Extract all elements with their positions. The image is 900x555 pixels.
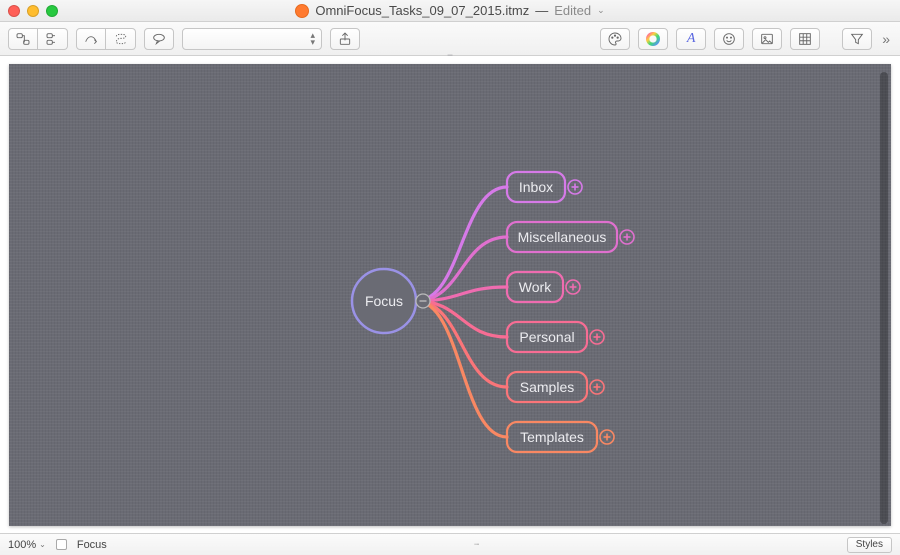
expand-toggle[interactable] [566, 280, 580, 294]
branch-node[interactable]: Templates [507, 422, 597, 452]
filter-button[interactable] [842, 28, 872, 50]
connector [416, 187, 507, 301]
close-window-button[interactable] [8, 5, 20, 17]
add-sibling-icon [45, 31, 61, 47]
palette-button[interactable] [600, 28, 630, 50]
collapse-toggle[interactable] [416, 294, 430, 308]
image-button[interactable] [752, 28, 782, 50]
expand-toggle[interactable] [568, 180, 582, 194]
relationship-icon [83, 31, 99, 47]
callout-icon [151, 31, 167, 47]
boundary-icon [113, 31, 129, 47]
branch-node[interactable]: Miscellaneous [507, 222, 617, 252]
add-child-icon [15, 31, 31, 47]
window-title: OmniFocus_Tasks_09_07_2015.itmz — Edited… [0, 3, 900, 18]
status-center-grip-icon: ┉ [117, 540, 837, 549]
share-button[interactable] [330, 28, 360, 50]
connector [416, 301, 507, 437]
font-button[interactable]: A [676, 28, 706, 50]
color-wheel-icon [645, 31, 661, 47]
palette-icon [607, 31, 623, 47]
branch-label: Miscellaneous [518, 229, 607, 245]
titlebar: OmniFocus_Tasks_09_07_2015.itmz — Edited… [0, 0, 900, 22]
vertical-scrollbar[interactable] [878, 72, 890, 524]
add-child-topic-button[interactable] [8, 28, 38, 50]
branch-label: Samples [520, 379, 574, 395]
style-select[interactable]: ▴▾ [182, 28, 322, 50]
window-resize-pill-icon[interactable]: ━ [448, 51, 453, 60]
grid-icon [797, 31, 813, 47]
select-arrows-icon: ▴▾ [310, 32, 315, 46]
zoom-window-button[interactable] [46, 5, 58, 17]
zoom-control[interactable]: 100% ⌄ [8, 539, 46, 551]
branch-label: Work [519, 279, 552, 295]
expand-toggle[interactable] [620, 230, 634, 244]
title-menu-chevron-icon[interactable]: ⌄ [597, 5, 605, 16]
focus-checkbox-label: Focus [77, 539, 107, 551]
center-node[interactable]: Focus [352, 269, 416, 333]
boundary-button[interactable] [106, 28, 136, 50]
relationship-button[interactable] [76, 28, 106, 50]
add-sibling-topic-button[interactable] [38, 28, 68, 50]
canvas-area: ━ FocusInboxMiscellaneousWorkPersonalSam… [0, 56, 900, 533]
image-icon [759, 31, 775, 47]
branch-node[interactable]: Personal [507, 322, 587, 352]
expand-toggle[interactable] [590, 380, 604, 394]
callout-button[interactable] [144, 28, 174, 50]
branch-node[interactable]: Samples [507, 372, 587, 402]
styles-button-label: Styles [856, 539, 883, 550]
branch-node[interactable]: Work [507, 272, 563, 302]
zoom-chevron-icon: ⌄ [39, 540, 46, 549]
window-controls [8, 5, 58, 17]
scroll-thumb[interactable] [880, 72, 888, 524]
toolbar-overflow-button[interactable]: » [880, 31, 892, 47]
topic-group [8, 28, 68, 50]
smiley-icon [721, 31, 737, 47]
document-filename: OmniFocus_Tasks_09_07_2015.itmz [315, 3, 529, 18]
connector [416, 301, 507, 387]
expand-toggle[interactable] [590, 330, 604, 344]
edited-indicator: Edited [554, 3, 591, 18]
branch-label: Personal [519, 329, 574, 345]
expand-toggle[interactable] [600, 430, 614, 444]
zoom-value: 100% [8, 539, 36, 551]
emoji-button[interactable] [714, 28, 744, 50]
grid-button[interactable] [790, 28, 820, 50]
share-icon [337, 31, 353, 47]
branch-node[interactable]: Inbox [507, 172, 565, 202]
minimize-window-button[interactable] [27, 5, 39, 17]
statusbar: 100% ⌄ Focus ┉ Styles [0, 533, 900, 555]
shape-group [76, 28, 136, 50]
document-canvas[interactable]: Focus Inbox Miscellaneous Work Personal Sampl… [9, 64, 891, 526]
document-icon [295, 4, 309, 18]
color-button[interactable] [638, 28, 668, 50]
center-node-label: Focus [365, 293, 403, 309]
focus-checkbox[interactable] [56, 539, 67, 550]
title-separator: — [535, 3, 548, 18]
branch-label: Templates [520, 429, 584, 445]
font-icon: A [687, 31, 696, 47]
branch-label: Inbox [519, 179, 553, 195]
filter-icon [849, 31, 865, 47]
styles-panel-button[interactable]: Styles [847, 537, 892, 553]
mindmap: Focus Inbox Miscellaneous Work Personal Sampl… [9, 64, 891, 526]
